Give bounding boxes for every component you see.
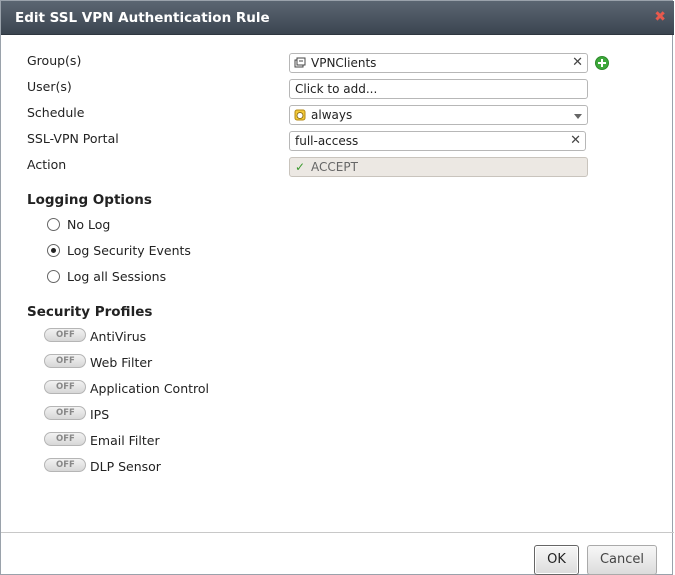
web-filter-label: Web Filter (90, 355, 153, 370)
ips-label: IPS (90, 407, 110, 422)
groups-label: Group(s) (27, 53, 82, 68)
users-placeholder: Click to add... (295, 82, 378, 96)
toggle-state: OFF (56, 330, 75, 340)
radio-label-no-log[interactable]: No Log (67, 217, 110, 232)
schedule-icon (294, 109, 306, 121)
clear-portal-icon[interactable]: ✕ (570, 132, 581, 150)
toggle-state: OFF (56, 434, 75, 444)
web-filter-toggle[interactable]: OFF (44, 354, 86, 368)
cancel-button[interactable]: Cancel (587, 545, 657, 575)
radio-label-log-all-sessions[interactable]: Log all Sessions (67, 269, 166, 284)
footer-divider (1, 532, 674, 533)
add-group-icon[interactable] (595, 56, 609, 70)
check-icon: ✓ (295, 160, 306, 174)
schedule-select[interactable]: always (289, 105, 588, 125)
email-filter-label: Email Filter (90, 433, 160, 448)
ok-button[interactable]: OK (534, 545, 579, 575)
security-profiles-heading: Security Profiles (27, 304, 153, 320)
groups-field[interactable]: VPNClients ✕ (289, 53, 588, 73)
close-icon[interactable]: ✖ (654, 10, 666, 24)
application-control-label: Application Control (90, 381, 210, 396)
portal-label: SSL-VPN Portal (27, 131, 119, 146)
group-icon (294, 57, 306, 68)
action-field: ✓ ACCEPT (289, 157, 588, 177)
toggle-state: OFF (56, 460, 75, 470)
antivirus-label: AntiVirus (90, 329, 147, 344)
application-control-toggle[interactable]: OFF (44, 380, 86, 394)
email-filter-toggle[interactable]: OFF (44, 432, 86, 446)
groups-value: VPNClients (311, 56, 377, 70)
clear-groups-icon[interactable]: ✕ (572, 54, 583, 72)
dialog-titlebar: Edit SSL VPN Authentication Rule ✖ (1, 1, 674, 35)
edit-ssl-vpn-dialog: Edit SSL VPN Authentication Rule ✖ Group… (0, 0, 674, 575)
radio-log-security-events[interactable] (47, 244, 60, 257)
toggle-state: OFF (56, 382, 75, 392)
toggle-state: OFF (56, 408, 75, 418)
radio-no-log[interactable] (47, 218, 60, 231)
schedule-value: always (311, 108, 353, 122)
ips-toggle[interactable]: OFF (44, 406, 86, 420)
logging-options-heading: Logging Options (27, 192, 152, 208)
users-field[interactable]: Click to add... (289, 79, 588, 99)
portal-value: full-access (295, 134, 359, 148)
antivirus-toggle[interactable]: OFF (44, 328, 86, 342)
chevron-down-icon[interactable] (574, 114, 582, 119)
action-value: ACCEPT (311, 160, 358, 174)
portal-field[interactable]: full-access ✕ (289, 131, 586, 151)
toggle-state: OFF (56, 356, 75, 366)
radio-log-all-sessions[interactable] (47, 270, 60, 283)
action-label: Action (27, 157, 67, 172)
radio-label-log-security-events[interactable]: Log Security Events (67, 243, 191, 258)
schedule-label: Schedule (27, 105, 85, 120)
dlp-sensor-label: DLP Sensor (90, 459, 161, 474)
dlp-sensor-toggle[interactable]: OFF (44, 458, 86, 472)
dialog-title: Edit SSL VPN Authentication Rule (15, 10, 270, 26)
users-label: User(s) (27, 79, 72, 94)
